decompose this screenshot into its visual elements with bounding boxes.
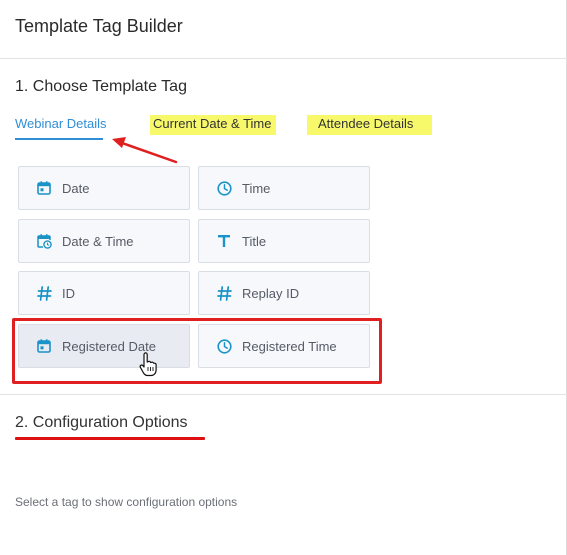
- tab-attendee-details[interactable]: Attendee Details: [307, 115, 432, 135]
- tag-label: Replay ID: [242, 285, 300, 301]
- tab-webinar-details[interactable]: Webinar Details: [15, 115, 107, 135]
- tag-label: Title: [242, 233, 267, 249]
- tag-button-title[interactable]: Title: [198, 219, 370, 263]
- section-divider: [0, 394, 567, 395]
- annotation-underline: [15, 437, 205, 440]
- calendar-clock-icon: [35, 232, 53, 250]
- tag-label: Time: [242, 180, 271, 196]
- clock-icon: [215, 179, 233, 197]
- section-config-options-title: 2. Configuration Options: [15, 414, 188, 431]
- tab-current-date-time[interactable]: Current Date & Time: [150, 115, 276, 135]
- active-tab-indicator: [15, 138, 103, 140]
- annotation-arrow: [112, 137, 178, 164]
- tag-button-date[interactable]: Date: [18, 166, 190, 210]
- page-title: Template Tag Builder: [15, 16, 183, 36]
- tag-label: Date: [62, 180, 90, 196]
- tag-label: Date & Time: [62, 233, 134, 249]
- hash-icon: [35, 284, 53, 302]
- config-options-placeholder: Select a tag to show configuration optio…: [15, 495, 238, 509]
- section-choose-tag-title: 1. Choose Template Tag: [15, 78, 187, 95]
- tag-button-time[interactable]: Time: [198, 166, 370, 210]
- hand-pointer-cursor-icon: [139, 352, 157, 377]
- text-t-icon: [215, 232, 233, 250]
- header: Template Tag Builder: [0, 0, 567, 59]
- annotation-highlight-box: [12, 318, 382, 384]
- calendar-icon: [35, 179, 53, 197]
- tag-button-replay-id[interactable]: Replay ID: [198, 271, 370, 315]
- tag-button-date-time[interactable]: Date & Time: [18, 219, 190, 263]
- tag-button-id[interactable]: ID: [18, 271, 190, 315]
- tag-label: ID: [62, 285, 75, 301]
- hash-icon: [215, 284, 233, 302]
